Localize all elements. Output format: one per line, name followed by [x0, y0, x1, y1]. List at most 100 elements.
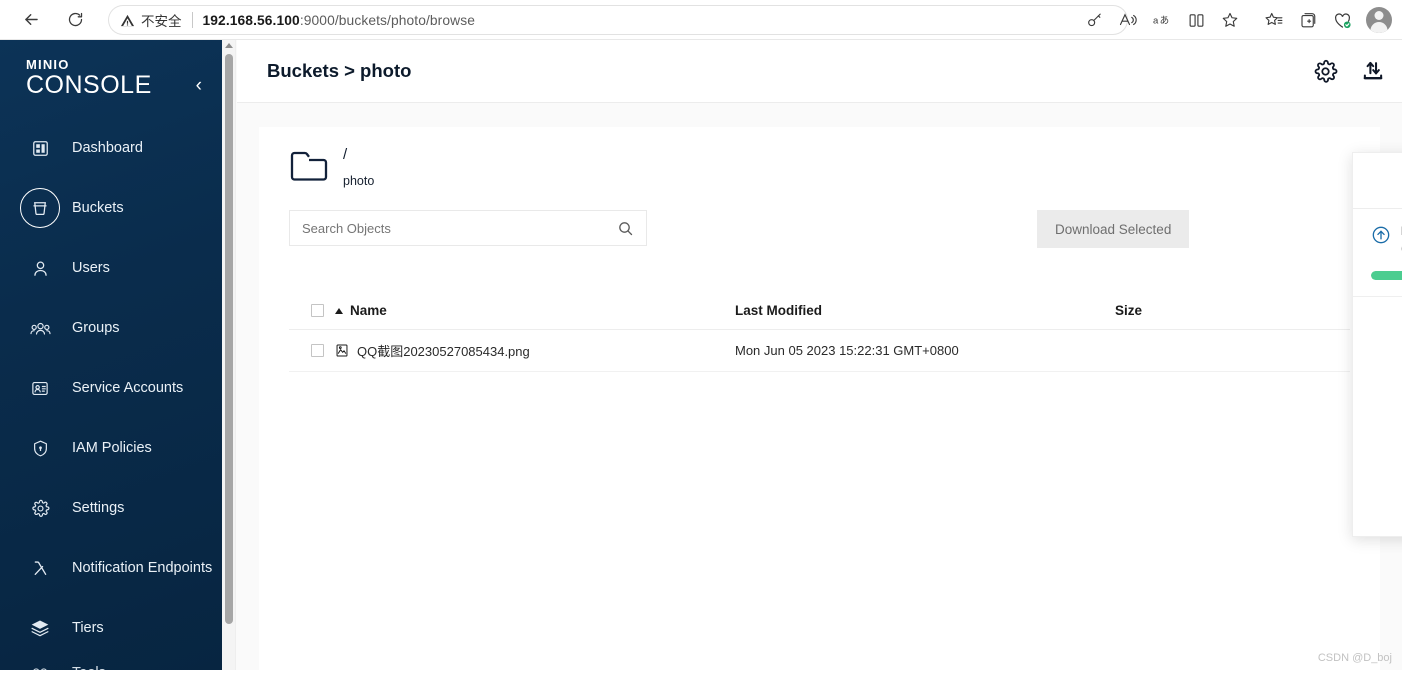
objects-table: Name Last Modified Size QQ截图202305270854… [289, 292, 1350, 372]
column-header-last-modified[interactable]: Last Modified [735, 303, 1115, 318]
downloads-uploads-panel: Downloads / Uploads Bucket: photo QQ截图20… [1352, 152, 1402, 537]
progress-bar-track [1371, 271, 1402, 281]
sidebar-item-label: Groups [72, 320, 120, 337]
transfer-item: Bucket: photo QQ截图20230527085434.png 100… [1353, 209, 1402, 297]
column-header-size-label: Size [1115, 303, 1143, 318]
table-row[interactable]: QQ截图20230527085434.png Mon Jun 05 2023 1… [289, 330, 1350, 372]
downloads-uploads-header: Downloads / Uploads [1353, 153, 1402, 209]
gear-icon [20, 488, 60, 528]
warning-triangle-icon [120, 14, 135, 26]
bucket-path: / photo [343, 146, 375, 188]
logo-console-text: CONSOLE [26, 71, 152, 99]
row-checkbox-cell[interactable] [289, 344, 335, 357]
sidebar-scrollbar[interactable] [222, 40, 236, 670]
sidebar: MINIO CONSOLE ‹ Dashboard Buckets Users … [0, 40, 222, 670]
sidebar-nav: Dashboard Buckets Users Groups Service A… [0, 118, 222, 670]
sidebar-item-notification-endpoints[interactable]: Notification Endpoints [0, 538, 222, 598]
shield-icon [20, 428, 60, 468]
upload-circle-icon [1371, 225, 1391, 250]
bucket-name-label: photo [343, 173, 375, 188]
security-warning[interactable]: 不安全 [120, 10, 182, 30]
objects-browser-card: / photo Download Selected [259, 127, 1380, 687]
browser-toolbar-icons: aあ [1078, 0, 1402, 40]
content-area: / photo Download Selected [237, 102, 1402, 687]
key-icon[interactable] [1078, 4, 1110, 36]
url-host: 192.168.56.100 [202, 12, 300, 28]
browser-back-button[interactable] [14, 3, 48, 37]
transfer-progress-row: 100% [1371, 268, 1402, 284]
sidebar-item-dashboard[interactable]: Dashboard [0, 118, 222, 178]
logo-minio-text: MINIO [26, 57, 70, 72]
browser-essentials-icon[interactable] [1326, 4, 1358, 36]
bucket-path-row: / photo [289, 139, 1350, 188]
column-header-size[interactable]: Size [1115, 303, 1235, 318]
sidebar-item-groups[interactable]: Groups [0, 298, 222, 358]
column-header-last-modified-label: Last Modified [735, 303, 822, 318]
browser-reload-button[interactable] [58, 3, 92, 37]
search-icon[interactable] [617, 220, 634, 237]
column-header-name-label: Name [350, 303, 387, 318]
favorites-list-icon[interactable] [1258, 4, 1290, 36]
bucket-icon [20, 188, 60, 229]
sidebar-item-tiers[interactable]: Tiers [0, 598, 222, 658]
sort-ascending-icon [335, 307, 343, 314]
image-file-icon [335, 343, 349, 358]
svg-text:あ: あ [1159, 16, 1169, 27]
security-label: 不安全 [141, 14, 182, 29]
chevron-left-icon[interactable]: ‹ [196, 76, 202, 95]
breadcrumb: Buckets > photo [267, 60, 412, 81]
sidebar-item-label: Dashboard [72, 140, 143, 157]
split-screen-icon[interactable] [1180, 4, 1212, 36]
main-content: Buckets > photo / photo Search Objects D… [237, 40, 1402, 687]
folder-icon [289, 149, 329, 188]
browser-toolbar: 不安全 192.168.56.100:9000/buckets/photo/br… [0, 0, 1402, 40]
tools-icon [20, 658, 60, 670]
table-header-row: Name Last Modified Size [289, 292, 1350, 330]
row-checkbox[interactable] [311, 344, 324, 357]
dashboard-icon [20, 128, 60, 168]
cell-name[interactable]: QQ截图20230527085434.png [335, 341, 735, 360]
download-selected-button[interactable]: Download Selected [1037, 210, 1190, 248]
sidebar-item-label: Settings [72, 500, 125, 517]
select-all-checkbox[interactable] [311, 304, 324, 317]
sidebar-item-users[interactable]: Users [0, 238, 222, 298]
toolbar-row: Download Selected [289, 210, 1350, 248]
profile-avatar[interactable] [1366, 7, 1392, 33]
sidebar-item-label: Tools [72, 665, 106, 670]
scrollbar-thumb[interactable] [225, 54, 233, 624]
sidebar-item-label: Service Accounts [72, 380, 184, 397]
gear-icon[interactable] [1313, 59, 1338, 84]
search-objects-box[interactable] [289, 210, 647, 246]
app-shell: MINIO CONSOLE ‹ Dashboard Buckets Users … [0, 40, 1402, 687]
search-input[interactable] [302, 220, 617, 236]
select-all-checkbox-cell[interactable] [289, 304, 335, 317]
groups-icon [20, 308, 60, 348]
downloads-uploads-icon[interactable] [1360, 58, 1386, 84]
page-header: Buckets > photo [237, 40, 1402, 102]
sidebar-item-label: Buckets [72, 200, 124, 217]
url-path: :9000/buckets/photo/browse [299, 12, 475, 28]
sidebar-item-label: Notification Endpoints [72, 560, 213, 577]
scroll-up-arrow-icon[interactable] [225, 43, 233, 48]
omnibox-divider [191, 12, 193, 28]
svg-text:a: a [1153, 16, 1159, 27]
address-bar[interactable]: 不安全 192.168.56.100:9000/buckets/photo/br… [108, 5, 1128, 35]
sidebar-item-label: Users [72, 260, 110, 277]
favorite-star-icon[interactable] [1214, 4, 1246, 36]
read-aloud-icon[interactable] [1112, 4, 1144, 36]
column-header-name[interactable]: Name [335, 303, 735, 318]
minio-logo[interactable]: MINIO CONSOLE ‹ [0, 40, 222, 112]
sidebar-item-settings[interactable]: Settings [0, 478, 222, 538]
sidebar-item-label: IAM Policies [72, 440, 152, 457]
sidebar-item-tools[interactable]: Tools [0, 658, 222, 670]
sidebar-item-iam-policies[interactable]: IAM Policies [0, 418, 222, 478]
user-icon [20, 248, 60, 288]
bucket-root-slash[interactable]: / [343, 146, 374, 164]
lambda-icon [20, 548, 60, 588]
translate-icon[interactable]: aあ [1146, 4, 1178, 36]
layers-icon [20, 608, 60, 648]
sidebar-item-service-accounts[interactable]: Service Accounts [0, 358, 222, 418]
sidebar-item-buckets[interactable]: Buckets [0, 178, 222, 238]
service-accounts-icon [20, 368, 60, 408]
collections-icon[interactable] [1292, 4, 1324, 36]
